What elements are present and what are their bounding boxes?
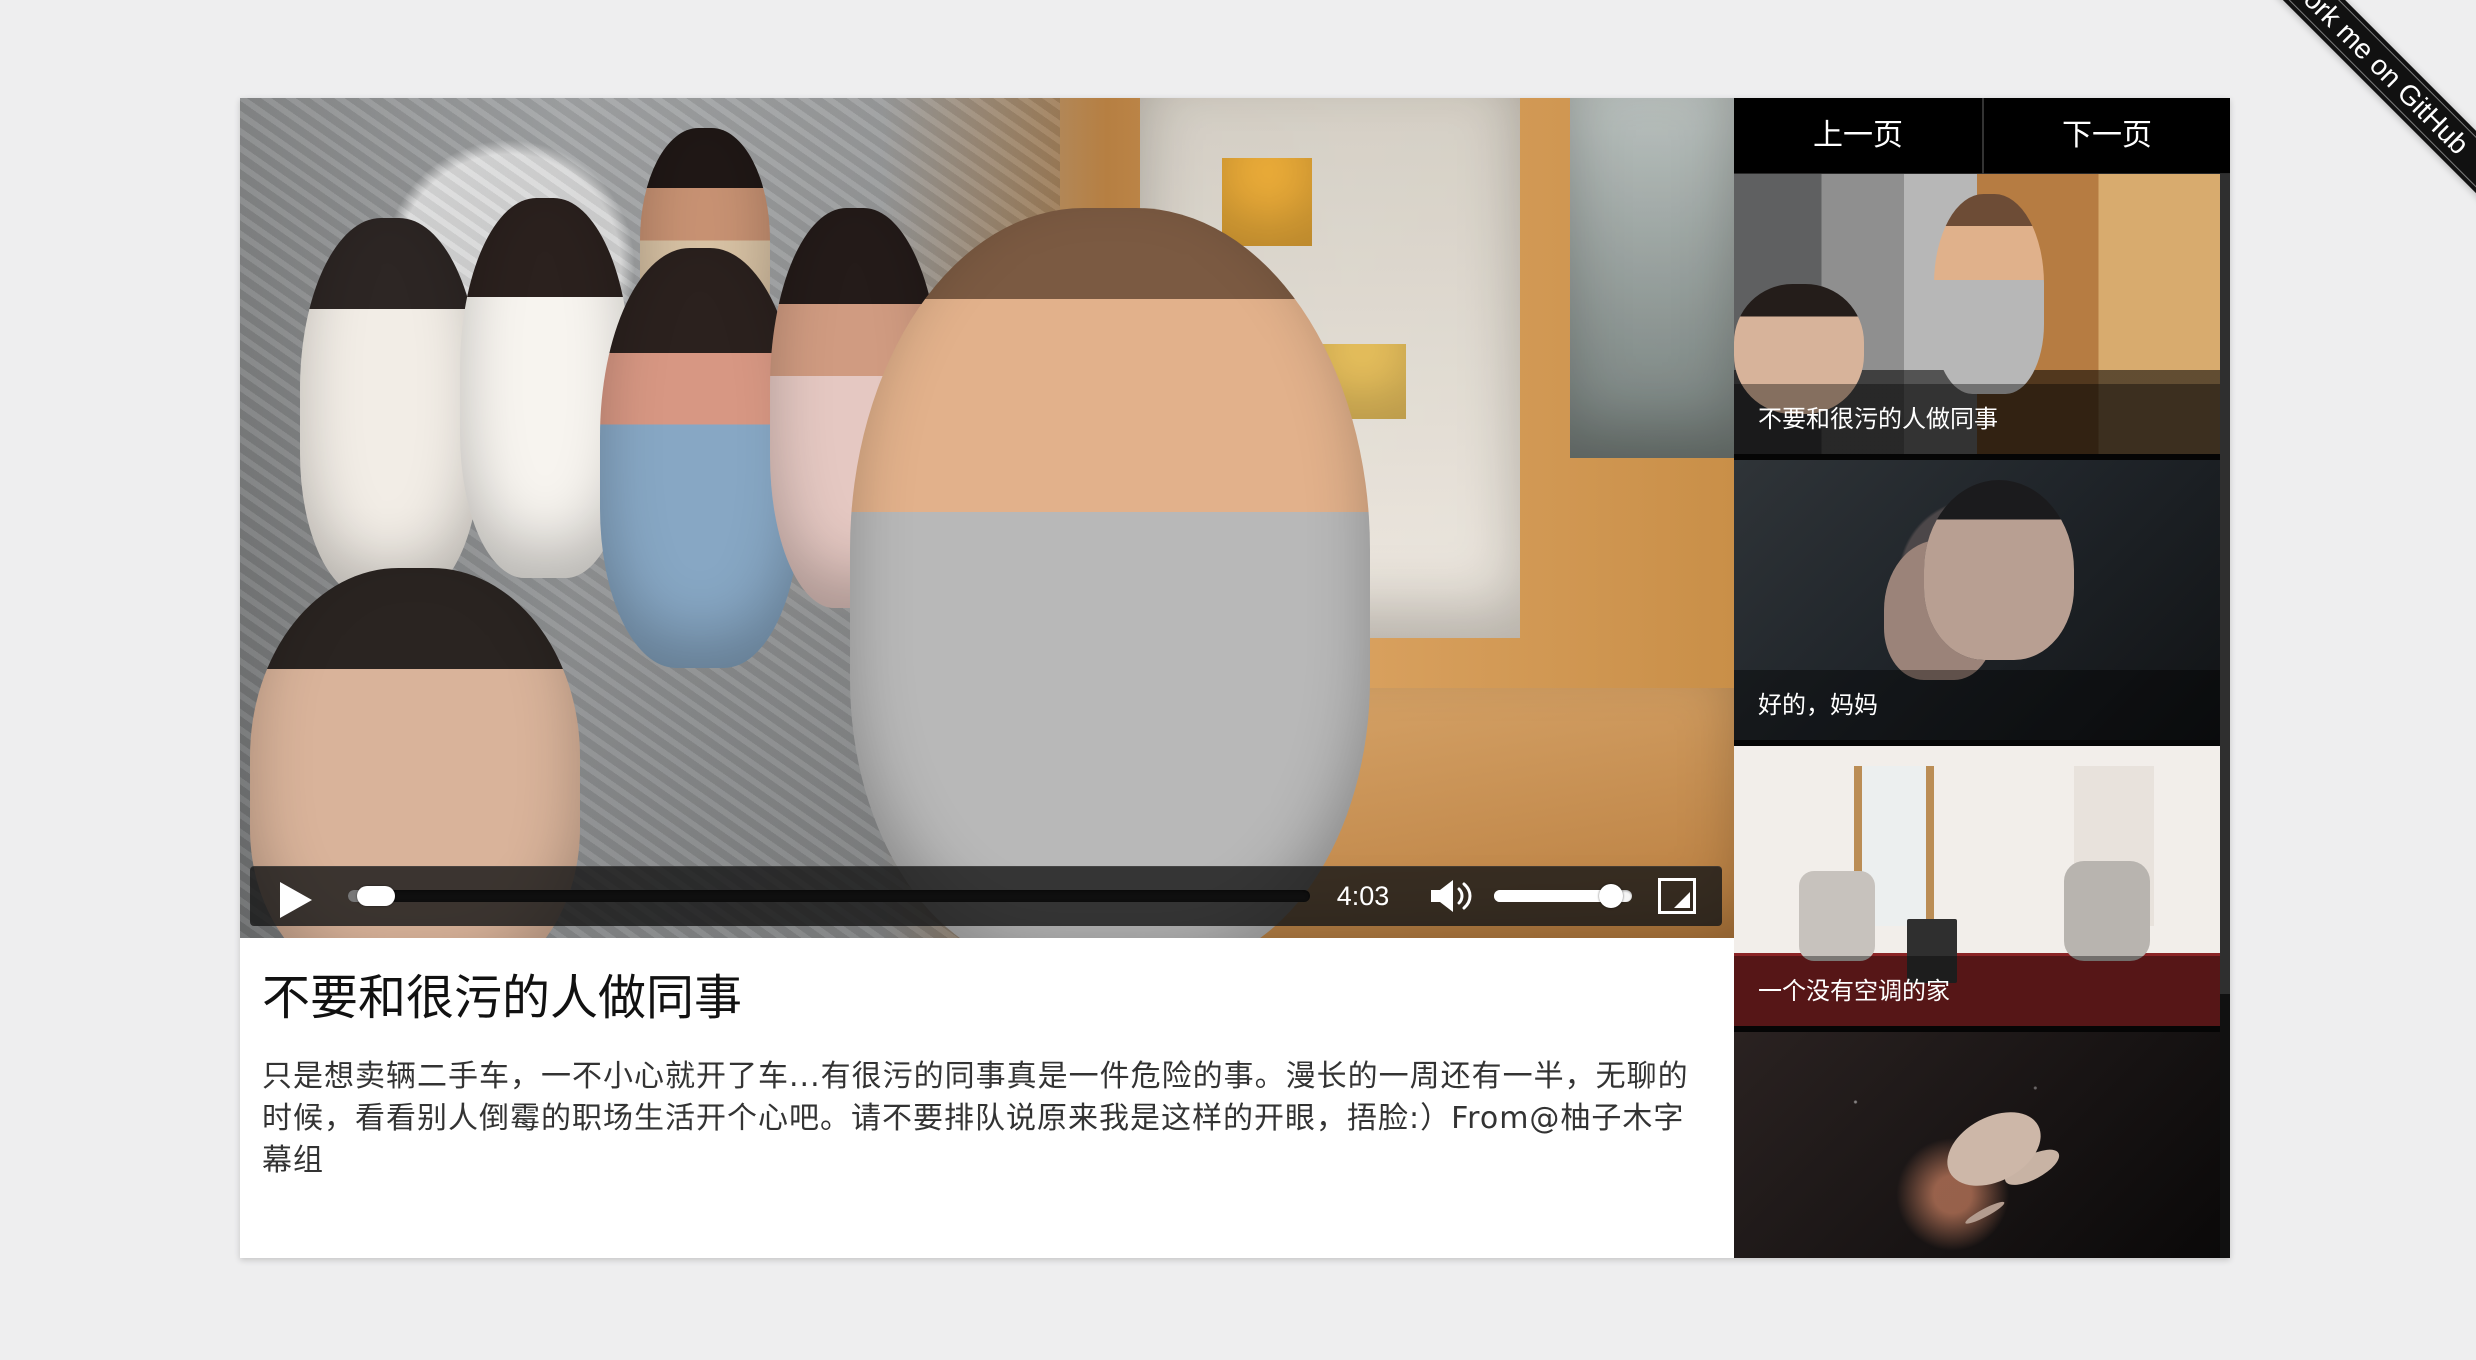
playlist-item-title: 好的，妈妈 (1734, 670, 2220, 740)
video-player[interactable]: 4:03 (240, 98, 1734, 938)
playlist-item[interactable]: 不要和很污的人做同事 (1734, 174, 2220, 454)
video-title: 不要和很污的人做同事 (262, 970, 743, 1026)
video-description: 只是想卖辆二手车，一不小心就开了车...有很污的同事真是一件危险的事。漫长的一周… (262, 1059, 1689, 1178)
playlist-item-title: 一个没有空调的家 (1734, 956, 2220, 1026)
video-main-panel: 4:03 不要和很污的人做同事 只是想卖辆二手车，一不小心就开了车...有很污的… (240, 98, 1734, 1258)
playlist-scroll-thumb[interactable] (2220, 174, 2230, 994)
page: 4:03 不要和很污的人做同事 只是想卖辆二手车，一不小心就开了车...有很污的… (0, 0, 2476, 1360)
video-duration: 4:03 (1336, 881, 1390, 911)
playlist-item[interactable]: 好的，妈妈 (1734, 460, 2220, 740)
volume-icon[interactable] (1428, 877, 1474, 915)
playlist: 不要和很污的人做同事 好的，妈妈 一个没有空调的家 (1734, 174, 2220, 1258)
video-details: 不要和很污的人做同事 只是想卖辆二手车，一不小心就开了车...有很污的同事真是一… (262, 964, 1722, 1182)
playlist-scrollbar[interactable] (2220, 174, 2230, 1258)
video-app: 4:03 不要和很污的人做同事 只是想卖辆二手车，一不小心就开了车...有很污的… (240, 98, 2230, 1258)
play-icon[interactable] (280, 882, 312, 918)
playlist-item-title: 不要和很污的人做同事 (1734, 384, 2220, 454)
window-image-region (1570, 98, 1734, 458)
video-progress-thumb[interactable] (357, 886, 396, 906)
sticky-note-image-region (1222, 158, 1312, 246)
playlist-pager: 上一页 下一页 (1734, 98, 2230, 174)
playlist-item[interactable]: 一个没有空调的家 (1734, 746, 2220, 1026)
space-video-thumbnail (1734, 1032, 2220, 1258)
fork-on-github-ribbon[interactable]: Fork me on GitHub (2208, 0, 2476, 238)
volume-fill (1494, 890, 1612, 902)
main-person-image-region (850, 208, 1370, 938)
video-control-bar: 4:03 (250, 866, 1722, 926)
previous-page-button[interactable]: 上一页 (1734, 98, 1982, 174)
next-page-button[interactable]: 下一页 (1982, 98, 2230, 174)
background-person-image-region (300, 218, 480, 598)
volume-thumb[interactable] (1599, 884, 1624, 908)
playlist-sidebar: 上一页 下一页 不要和很污的人做同事 好的，妈妈 一个没有空调的家 (1734, 98, 2230, 1258)
fullscreen-icon[interactable] (1658, 878, 1696, 914)
volume-slider[interactable] (1494, 884, 1632, 908)
playlist-item[interactable] (1734, 1032, 2220, 1258)
video-progress-slider[interactable] (348, 886, 1310, 906)
